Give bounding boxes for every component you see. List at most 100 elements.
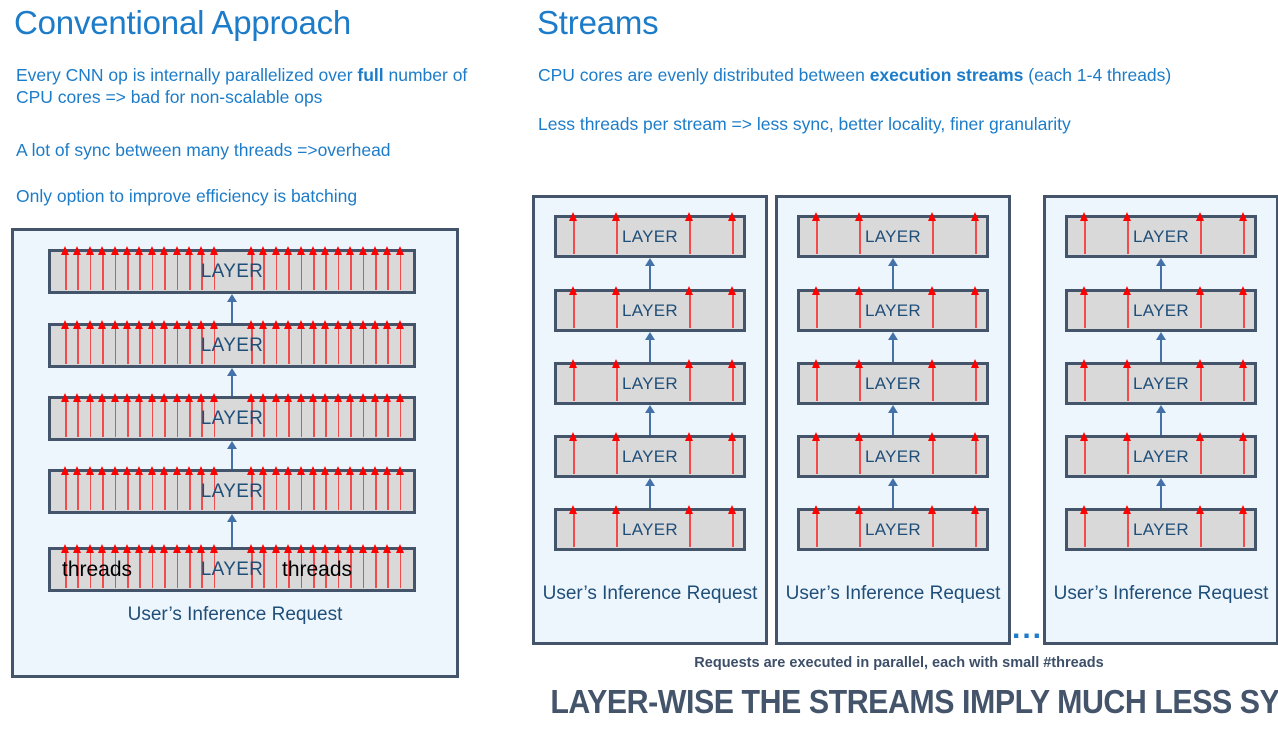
thread-arrow-icon — [612, 212, 621, 254]
thread-arrow-group — [1080, 359, 1132, 401]
thread-arrow-icon — [271, 466, 281, 510]
thread-arrow-group — [247, 466, 405, 510]
thread-arrow-group — [685, 212, 737, 254]
thread-arrow-icon — [1080, 359, 1089, 401]
thread-arrow-group — [569, 432, 621, 474]
thread-arrow-icon — [371, 466, 380, 510]
thread-arrow-icon — [333, 320, 343, 364]
left-bullet-1-pre: Every CNN op is internally parallelized … — [16, 65, 358, 85]
thread-arrow-icon — [812, 432, 821, 474]
thread-arrow-icon — [296, 320, 306, 364]
flow-arrow-icon — [644, 332, 656, 362]
thread-arrow-icon — [971, 505, 980, 547]
thread-arrow-icon — [855, 505, 864, 547]
thread-arrow-icon — [147, 320, 157, 364]
thread-arrow-icon — [172, 393, 182, 437]
flow-arrow-icon — [1155, 258, 1167, 289]
layer-label: LAYER — [865, 300, 921, 320]
thread-arrow-icon — [1196, 359, 1205, 401]
thread-arrow-icon — [85, 466, 95, 510]
thread-arrow-icon — [147, 544, 157, 588]
thread-arrow-icon — [98, 393, 107, 437]
thread-arrow-icon — [346, 246, 355, 290]
layer-label: LAYER — [622, 446, 678, 466]
left-bullet-3: Only option to improve efficiency is bat… — [16, 185, 486, 207]
left-bullet-3-pre: Only option to improve efficiency is bat… — [16, 186, 358, 206]
thread-arrow-icon — [172, 466, 182, 510]
thread-arrow-icon — [185, 393, 194, 437]
thread-arrow-icon — [855, 359, 864, 401]
flow-arrow-icon — [226, 368, 238, 396]
thread-arrow-icon — [333, 466, 343, 510]
thread-arrow-icon — [395, 246, 405, 290]
thread-arrow-icon — [812, 505, 821, 547]
left-bullet-1-bold: full — [357, 65, 384, 85]
thread-arrow-group — [1080, 432, 1132, 474]
thread-arrow-icon — [928, 286, 937, 328]
layer-box: LAYER — [554, 359, 746, 405]
thread-arrow-group — [928, 432, 980, 474]
thread-arrow-group — [812, 432, 864, 474]
thread-arrow-icon — [1080, 286, 1089, 328]
left-bullet-1: Every CNN op is internally parallelized … — [16, 64, 486, 108]
layer-box: LAYER — [48, 320, 416, 368]
thread-arrow-group — [1080, 286, 1132, 328]
thread-arrow-icon — [685, 359, 694, 401]
layer-label: LAYER — [200, 407, 264, 429]
thread-arrow-icon — [728, 359, 737, 401]
thread-arrow-icon — [284, 246, 293, 290]
layer-box: LAYER — [554, 505, 746, 551]
stream-column-3: LAYER LAYER LAYER LAYER LAYER User’s Inferen… — [1043, 195, 1278, 645]
thread-arrow-icon — [1239, 432, 1248, 474]
layer-label: LAYER — [865, 226, 921, 246]
layer-label: LAYER — [622, 373, 678, 393]
thread-arrow-group — [569, 286, 621, 328]
left-bullet-2-pre: A lot of sync between many threads =>ove… — [16, 140, 391, 160]
thread-arrow-icon — [172, 246, 182, 290]
thread-arrow-icon — [812, 359, 821, 401]
layer-label: LAYER — [200, 558, 264, 580]
threads-label: threads — [62, 557, 133, 581]
thread-arrow-icon — [160, 246, 169, 290]
layer-label: LAYER — [200, 480, 264, 502]
thread-arrow-icon — [1123, 505, 1132, 547]
thread-arrow-icon — [85, 246, 95, 290]
stream-column-2: LAYER LAYER LAYER LAYER LAYER User’s Inferen… — [775, 195, 1011, 645]
thread-arrow-icon — [1239, 212, 1248, 254]
thread-arrow-icon — [569, 432, 578, 474]
flow-arrow-icon — [226, 514, 238, 547]
thread-arrow-icon — [383, 320, 392, 364]
thread-arrow-group — [685, 432, 737, 474]
thread-arrow-icon — [855, 286, 864, 328]
thread-arrow-icon — [73, 466, 82, 510]
thread-arrow-icon — [612, 505, 621, 547]
slide-bottom-banner: LAYER-WISE THE STREAMS IMPLY MUCH LESS S… — [550, 683, 1278, 720]
thread-arrow-group — [812, 212, 864, 254]
flow-arrow-icon — [644, 405, 656, 435]
thread-arrow-icon — [612, 359, 621, 401]
thread-arrow-icon — [383, 466, 392, 510]
thread-arrow-icon — [123, 246, 132, 290]
thread-arrow-icon — [371, 544, 380, 588]
thread-arrow-icon — [309, 320, 318, 364]
layer-box: LAYER — [48, 246, 416, 294]
layer-label: LAYER — [865, 446, 921, 466]
thread-arrow-icon — [73, 320, 82, 364]
thread-arrow-icon — [395, 466, 405, 510]
thread-arrow-icon — [1196, 212, 1205, 254]
thread-arrow-icon — [185, 544, 194, 588]
thread-arrow-icon — [358, 393, 368, 437]
layer-label: LAYER — [622, 226, 678, 246]
thread-arrow-icon — [971, 359, 980, 401]
thread-arrow-icon — [728, 286, 737, 328]
flow-arrow-icon — [226, 294, 238, 323]
thread-arrow-icon — [185, 466, 194, 510]
thread-arrow-icon — [123, 320, 132, 364]
thread-arrow-icon — [135, 320, 144, 364]
thread-arrow-icon — [569, 505, 578, 547]
thread-arrow-icon — [358, 466, 368, 510]
thread-arrow-icon — [395, 544, 405, 588]
thread-arrow-icon — [160, 466, 169, 510]
thread-arrow-icon — [333, 393, 343, 437]
flow-arrow-icon — [887, 258, 899, 289]
